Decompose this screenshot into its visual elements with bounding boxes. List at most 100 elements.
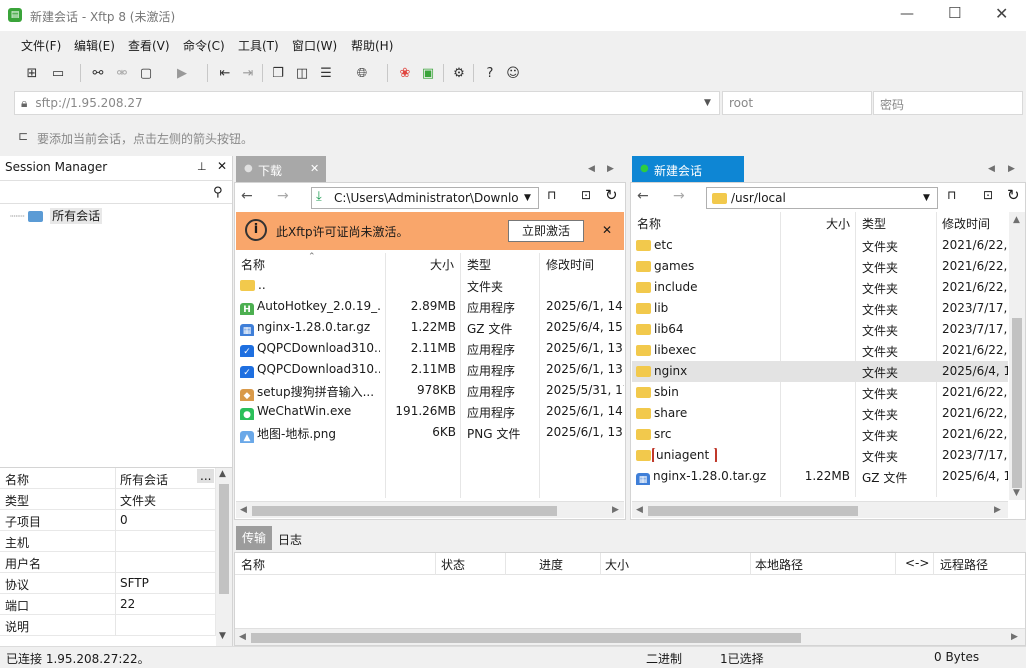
file-row[interactable]: ● WeChatWin.exe 191.26MB 应用程序 2025/6/1, 14:: [236, 401, 624, 422]
xftp-icon[interactable]: ▣: [418, 63, 438, 83]
menu-tools[interactable]: 工具(T): [238, 37, 279, 54]
menu-command[interactable]: 命令(C): [183, 37, 225, 54]
file-row[interactable]: lib64 文件夹 2023/7/17,: [632, 319, 1008, 340]
netsarang-icon[interactable]: ❀: [395, 63, 415, 83]
url-field[interactable]: 🔒︎ sftp://1.95.208.27: [14, 91, 720, 115]
add-session-arrow-icon[interactable]: ⊏: [18, 129, 28, 143]
file-row[interactable]: .. 文件夹: [236, 275, 624, 296]
file-row[interactable]: sbin 文件夹 2021/6/22,: [632, 382, 1008, 403]
tab-scroll-left[interactable]: ◀: [588, 164, 595, 174]
chat-icon[interactable]: ☺: [503, 63, 523, 83]
property-row[interactable]: 名称 所有会话: [0, 468, 216, 489]
col-type[interactable]: 类型: [467, 256, 491, 273]
tab-scroll-right[interactable]: ▶: [1008, 164, 1015, 174]
copy-icon[interactable]: ❐: [268, 63, 288, 83]
maximize-button[interactable]: ☐: [948, 4, 961, 22]
file-row[interactable]: ▲地图-地标.png 6KB PNG 文件 2025/6/1, 13:2: [236, 422, 624, 443]
forward-arrow-icon[interactable]: →: [673, 188, 685, 204]
file-row[interactable]: src 文件夹 2021/6/22,: [632, 424, 1008, 445]
gear-icon[interactable]: ⚙: [449, 63, 469, 83]
scroll-left-arrow[interactable]: ◀: [636, 505, 643, 515]
property-row[interactable]: 端口 22: [0, 594, 216, 615]
bookmark-icon[interactable]: ⊓: [947, 188, 956, 202]
scrollbar-thumb[interactable]: [252, 506, 557, 516]
right-h-scrollbar[interactable]: ◀ ▶: [632, 501, 1008, 518]
col-remote-path[interactable]: 远程路径: [940, 556, 988, 573]
new-folder-icon[interactable]: ⊡: [983, 188, 993, 202]
file-row[interactable]: include 文件夹 2021/6/22,: [632, 277, 1008, 298]
scrollbar-thumb[interactable]: [219, 484, 229, 594]
file-row[interactable]: ◆ setup搜狗拼音输入... 978KB 应用程序 2025/5/31, 17: [236, 380, 624, 401]
col-size[interactable]: 大小: [430, 256, 454, 273]
arrow-left-box-icon[interactable]: ⇤: [215, 63, 235, 83]
scrollbar-thumb[interactable]: [1012, 318, 1022, 488]
property-row[interactable]: 主机: [0, 531, 216, 552]
arrow-right-box-icon[interactable]: ⇥: [238, 63, 258, 83]
tab-scroll-left[interactable]: ◀: [988, 164, 995, 174]
tab-close-icon[interactable]: ✕: [310, 162, 319, 175]
scroll-up-arrow[interactable]: ▲: [1013, 215, 1020, 225]
help-icon[interactable]: ?: [480, 63, 500, 83]
property-row[interactable]: 子项目 0: [0, 510, 216, 531]
col-size[interactable]: 大小: [826, 215, 850, 232]
remote-path-field[interactable]: /usr/local ▼: [706, 187, 938, 209]
activate-button[interactable]: 立即激活: [508, 220, 584, 242]
url-dropdown-icon[interactable]: ▼: [704, 98, 711, 108]
username-field[interactable]: root: [722, 91, 872, 115]
list-view-icon[interactable]: ☰: [316, 63, 336, 83]
scrollbar-thumb[interactable]: [648, 506, 858, 516]
scroll-up-arrow[interactable]: ▲: [219, 469, 226, 479]
search-icon[interactable]: ⚲: [213, 185, 223, 200]
left-h-scrollbar[interactable]: ◀ ▶: [236, 501, 624, 518]
menu-help[interactable]: 帮助(H): [351, 37, 393, 54]
disconnect-icon[interactable]: ⚮: [112, 63, 132, 83]
scroll-down-arrow[interactable]: ▼: [1013, 488, 1020, 498]
col-local-path[interactable]: 本地路径: [755, 556, 803, 573]
tab-new-session[interactable]: ● 新建会话: [632, 156, 744, 182]
refresh-icon[interactable]: ↻: [605, 186, 618, 204]
property-row[interactable]: 协议 SFTP: [0, 573, 216, 594]
connect-icon[interactable]: ⚯: [88, 63, 108, 83]
scroll-right-arrow[interactable]: ▶: [994, 505, 1001, 515]
play-icon[interactable]: ▶: [172, 63, 192, 83]
bookmark-icon[interactable]: ⊓: [547, 188, 556, 202]
new-folder-icon[interactable]: ⊡: [581, 188, 591, 202]
file-row[interactable]: share 文件夹 2021/6/22,: [632, 403, 1008, 424]
minimize-button[interactable]: —: [900, 6, 914, 22]
tab-transfer[interactable]: 传输: [236, 526, 272, 550]
menu-edit[interactable]: 编辑(E): [74, 37, 115, 54]
file-row[interactable]: libexec 文件夹 2021/6/22,: [632, 340, 1008, 361]
file-row[interactable]: uniagent 文件夹 2023/7/17,: [632, 445, 1008, 466]
col-mtime[interactable]: 修改时间: [942, 215, 990, 232]
scroll-left-arrow[interactable]: ◀: [240, 505, 247, 515]
close-window-button[interactable]: ✕: [995, 4, 1008, 23]
globe-icon[interactable]: 🌐︎: [352, 63, 372, 83]
file-row[interactable]: lib 文件夹 2023/7/17,: [632, 298, 1008, 319]
right-v-scrollbar[interactable]: ▲ ▼: [1009, 212, 1025, 500]
tab-log[interactable]: 日志: [278, 531, 302, 548]
new-session-icon[interactable]: ⊞: [22, 63, 42, 83]
back-arrow-icon[interactable]: ←: [637, 188, 649, 204]
col-direction[interactable]: <->: [905, 556, 929, 570]
file-row[interactable]: ▦ nginx-1.28.0.tar.gz 1.22MB GZ 文件 2025/6/4,…: [236, 317, 624, 338]
path-dropdown-icon[interactable]: ▼: [923, 193, 930, 203]
property-row[interactable]: 类型 文件夹: [0, 489, 216, 510]
col-mtime[interactable]: 修改时间: [546, 256, 594, 273]
path-dropdown-icon[interactable]: ▼: [524, 193, 531, 203]
tab-scroll-right[interactable]: ▶: [607, 164, 614, 174]
property-row[interactable]: 用户名: [0, 552, 216, 573]
scroll-right-arrow[interactable]: ▶: [1011, 632, 1018, 642]
col-name[interactable]: 名称: [241, 556, 265, 573]
col-status[interactable]: 状态: [441, 556, 465, 573]
col-name[interactable]: 名称: [637, 215, 661, 232]
password-field[interactable]: 密码: [873, 91, 1023, 115]
scrollbar-thumb[interactable]: [251, 633, 801, 643]
file-row[interactable]: H AutoHotkey_2.0.19_... 2.89MB 应用程序 2025/6/1…: [236, 296, 624, 317]
menu-window[interactable]: 窗口(W): [292, 37, 337, 54]
property-more-button[interactable]: ...: [197, 469, 215, 483]
file-row[interactable]: games 文件夹 2021/6/22,: [632, 256, 1008, 277]
session-tree-root[interactable]: ┈┈ 所有会话: [10, 207, 103, 224]
col-name[interactable]: 名称: [241, 256, 265, 273]
close-panel-icon[interactable]: ✕: [217, 159, 227, 173]
file-row[interactable]: nginx 文件夹 2025/6/4, 1: [632, 361, 1008, 382]
